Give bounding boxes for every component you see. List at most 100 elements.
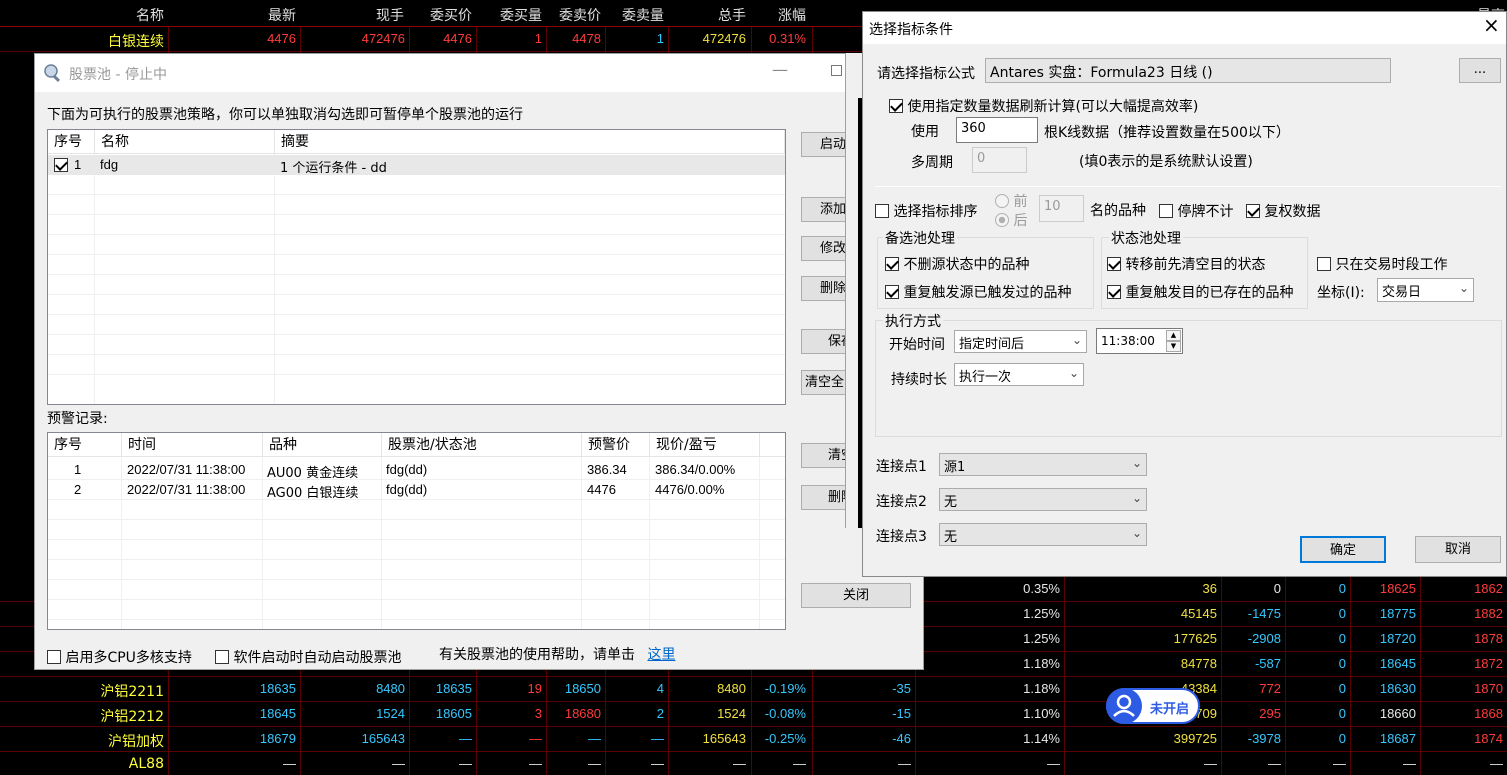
col-time[interactable]: 时间 bbox=[122, 433, 263, 457]
pool-list-header: 序号 名称 摘要 bbox=[48, 130, 785, 154]
browse-button[interactable]: ... bbox=[1459, 58, 1501, 83]
multicpu-checkbox[interactable] bbox=[47, 650, 61, 664]
sort-label: 选择指标排序 bbox=[893, 204, 978, 220]
quote-row[interactable]: AL88 — — — — — — — — — — — — — — — bbox=[0, 752, 1507, 775]
back-radio[interactable]: 后 bbox=[995, 210, 1027, 230]
col-no[interactable]: 序号 bbox=[48, 130, 95, 154]
close-button[interactable]: 关闭 bbox=[801, 583, 911, 608]
cand-opt2[interactable]: 重复触发源已触发过的品种 bbox=[885, 282, 1071, 302]
ok-button[interactable]: 确定 bbox=[1300, 536, 1386, 563]
pool-row[interactable]: 1 fdg 1 个运行条件 - dd bbox=[48, 155, 785, 176]
spin-up-icon[interactable]: ▲ bbox=[1166, 330, 1181, 341]
multi-period-input[interactable]: 0 bbox=[972, 147, 1027, 173]
quote-row[interactable]: 沪铝2211 18635 8480 18635 19 18650 4 8480 … bbox=[0, 677, 1507, 702]
state-opt1[interactable]: 转移前先清空目的状态 bbox=[1107, 254, 1265, 274]
restore-checkbox[interactable] bbox=[1246, 204, 1260, 218]
pool-row-summary: 1 个运行条件 - dd bbox=[280, 161, 387, 176]
col-chgpct[interactable]: 涨幅 bbox=[752, 5, 806, 25]
alert-price: 386.34 bbox=[587, 462, 627, 477]
col-no[interactable]: 序号 bbox=[48, 433, 122, 457]
start-label: 开始时间 bbox=[889, 337, 945, 353]
cand-opt1[interactable]: 不删源状态中的品种 bbox=[885, 254, 1029, 274]
col-askv[interactable]: 委卖量 bbox=[606, 5, 664, 25]
suspend-option[interactable]: 停牌不计 bbox=[1159, 201, 1233, 221]
pool-row-checkbox[interactable] bbox=[54, 158, 68, 172]
use-count-option[interactable]: 使用指定数量数据刷新计算(可以大幅提高效率) bbox=[889, 96, 1198, 116]
autostart-label: 软件启动时自动启动股票池 bbox=[233, 650, 402, 666]
alert-row[interactable]: 2 2022/07/31 11:38:00 AG00 白银连续 fdg(dd) … bbox=[48, 480, 785, 501]
autostart-option[interactable]: 软件启动时自动启动股票池 bbox=[215, 647, 401, 667]
cand-opt2-label: 重复触发源已触发过的品种 bbox=[903, 285, 1072, 301]
col-ask[interactable]: 委卖价 bbox=[547, 5, 601, 25]
col-bid[interactable]: 委买价 bbox=[410, 5, 472, 25]
state-opt2-checkbox[interactable] bbox=[1107, 285, 1121, 299]
sort-checkbox[interactable] bbox=[875, 204, 889, 218]
maximize-icon[interactable] bbox=[831, 65, 842, 76]
cancel-button[interactable]: 取消 bbox=[1415, 536, 1501, 563]
pool-list[interactable]: 序号 名称 摘要 1 fdg 1 个运行条件 - dd bbox=[47, 129, 786, 405]
top-n-input[interactable]: 10 bbox=[1039, 195, 1084, 222]
alert-list[interactable]: 序号 时间 品种 股票池/状态池 预警价 现价/盈亏 1 2022/07/31 … bbox=[47, 432, 786, 630]
close-icon[interactable]: × bbox=[1483, 15, 1500, 35]
minimize-icon[interactable]: — bbox=[772, 60, 788, 79]
col-summary[interactable]: 摘要 bbox=[275, 130, 785, 154]
use-count-input[interactable]: 360 bbox=[956, 117, 1038, 143]
window-title: 股票池 - 停止中 bbox=[69, 67, 167, 83]
suspend-checkbox[interactable] bbox=[1159, 204, 1173, 218]
quote-row[interactable]: 沪铝加权 18679 165643 — — — — 165643 -0.25% … bbox=[0, 727, 1507, 752]
help-text: 有关股票池的使用帮助，请单击 bbox=[439, 647, 635, 663]
pool-row-no: 1 bbox=[74, 157, 82, 172]
multicpu-option[interactable]: 启用多CPU多核支持 bbox=[47, 647, 192, 667]
conn3-value: 无 bbox=[944, 530, 958, 545]
trade-time-checkbox[interactable] bbox=[1317, 257, 1331, 271]
col-last[interactable]: 最新 bbox=[230, 5, 296, 25]
use-count-label: 使用指定数量数据刷新计算(可以大幅提高效率) bbox=[907, 99, 1199, 115]
help-link[interactable]: 这里 bbox=[647, 647, 675, 663]
multi-period-label: 多周期 bbox=[911, 155, 953, 171]
restore-option[interactable]: 复权数据 bbox=[1246, 201, 1320, 221]
front-radio[interactable]: 前 bbox=[995, 191, 1027, 211]
assistant-badge[interactable]: 未开启 bbox=[1106, 688, 1200, 724]
candidate-group-title: 备选池处理 bbox=[883, 228, 957, 248]
stock-pool-window: 股票池 - 停止中 — 下面为可执行的股票池策略，你可以单独取消勾选即可暂停单个… bbox=[34, 53, 924, 670]
col-name[interactable]: 名称 bbox=[100, 5, 164, 25]
quote-row[interactable]: 沪铝2212 18645 1524 18605 3 18680 2 1524 -… bbox=[0, 702, 1507, 727]
autostart-checkbox[interactable] bbox=[215, 650, 229, 664]
duration-value: 执行一次 bbox=[959, 370, 1012, 385]
cand-opt2-checkbox[interactable] bbox=[885, 285, 899, 299]
use-count-checkbox[interactable] bbox=[889, 99, 903, 113]
separator bbox=[875, 186, 1501, 187]
col-vol[interactable]: 现手 bbox=[340, 5, 404, 25]
start-time-input[interactable]: 11:38:00 ▲ ▼ bbox=[1096, 328, 1183, 354]
duration-select[interactable]: 执行一次 ⌄ bbox=[954, 363, 1084, 386]
col-total[interactable]: 总手 bbox=[670, 5, 746, 25]
multicpu-label: 启用多CPU多核支持 bbox=[65, 650, 192, 666]
title-bar[interactable]: 股票池 - 停止中 — bbox=[35, 54, 923, 92]
state-opt2[interactable]: 重复触发目的已存在的品种 bbox=[1107, 282, 1293, 302]
alert-time: 2022/07/31 11:38:00 bbox=[127, 482, 246, 497]
suspend-label: 停牌不计 bbox=[1177, 204, 1234, 220]
front-label: 前 bbox=[1013, 194, 1028, 210]
conn1-select[interactable]: 源1 ⌄ bbox=[939, 453, 1147, 476]
front-radio-icon[interactable] bbox=[995, 194, 1009, 208]
col-pool[interactable]: 股票池/状态池 bbox=[382, 433, 582, 457]
state-opt1-checkbox[interactable] bbox=[1107, 257, 1121, 271]
sort-option[interactable]: 选择指标排序 bbox=[875, 201, 977, 221]
alert-list-header: 序号 时间 品种 股票池/状态池 预警价 现价/盈亏 bbox=[48, 433, 785, 457]
axis-select[interactable]: 交易日 ⌄ bbox=[1377, 278, 1474, 302]
spin-down-icon[interactable]: ▼ bbox=[1166, 341, 1181, 352]
col-name[interactable]: 名称 bbox=[95, 130, 275, 154]
alert-row[interactable]: 1 2022/07/31 11:38:00 AU00 黄金连续 fdg(dd) … bbox=[48, 460, 785, 481]
col-symbol[interactable]: 品种 bbox=[263, 433, 382, 457]
trade-time-option[interactable]: 只在交易时段工作 bbox=[1317, 254, 1447, 274]
back-radio-icon[interactable] bbox=[995, 213, 1009, 227]
col-now[interactable]: 现价/盈亏 bbox=[650, 433, 760, 457]
cand-opt1-checkbox[interactable] bbox=[885, 257, 899, 271]
conn3-select[interactable]: 无 ⌄ bbox=[939, 523, 1147, 546]
dialog-title-bar[interactable]: 选择指标条件 × bbox=[863, 12, 1506, 44]
conn2-select[interactable]: 无 ⌄ bbox=[939, 488, 1147, 511]
formula-field[interactable]: Antares 实盘：Formula23 日线 () bbox=[985, 58, 1391, 83]
col-bidv[interactable]: 委买量 bbox=[478, 5, 542, 25]
col-price[interactable]: 预警价 bbox=[582, 433, 650, 457]
start-mode-select[interactable]: 指定时间后 ⌄ bbox=[954, 330, 1087, 353]
